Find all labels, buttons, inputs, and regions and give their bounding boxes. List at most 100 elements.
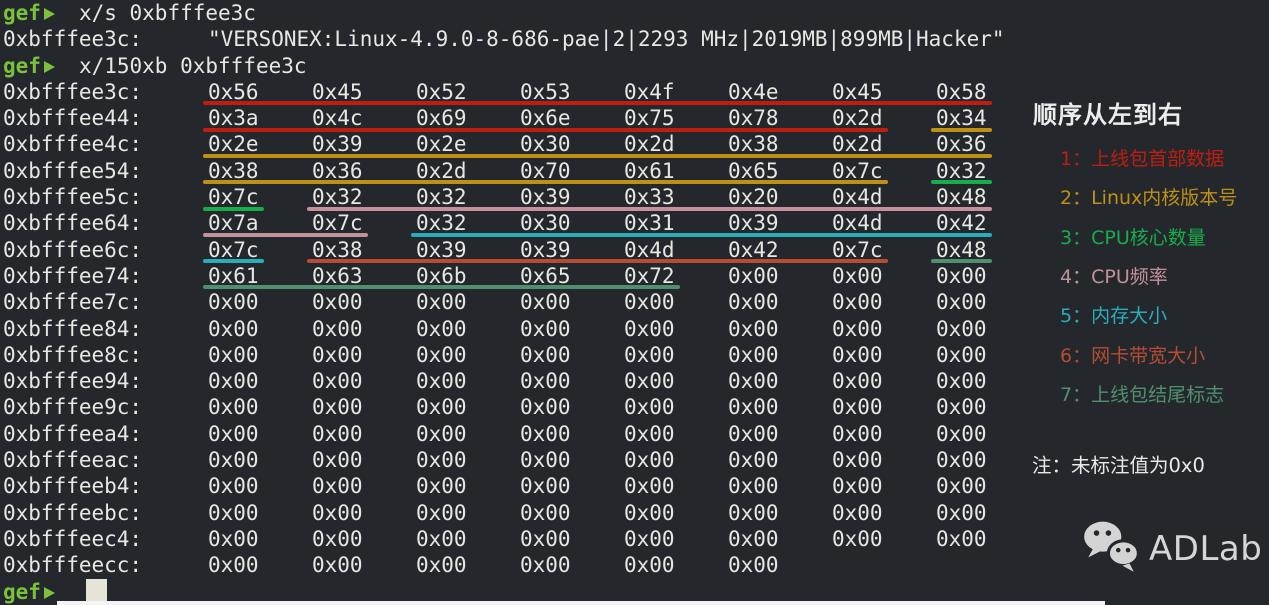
legend-item-4: 4：CPU频率 [1060,262,1168,289]
hex-byte: 0x00 [728,500,832,527]
command-line-xs: gef x/s 0xbfffee3c [3,0,1025,26]
hex-byte: 0x00 [520,526,624,553]
hex-dump-row: 0xbfffee6c:0x7c0x380x390x390x4d0x420x7c0… [3,237,1025,263]
hex-byte: 0x00 [832,342,936,369]
legend-item-label: 上线包结尾标志 [1091,384,1224,406]
hex-byte: 0x00 [520,316,624,343]
hex-byte: 0x00 [832,289,936,316]
hex-dump-row: 0xbfffeebc:0x000x000x000x000x000x000x000… [3,500,1025,526]
legend-item-label: Linux内核版本号 [1091,187,1237,209]
memory-address: 0xbfffee44: [3,105,208,132]
legend-item-number: 1： [1060,148,1091,170]
hex-byte: 0x00 [728,394,832,421]
hex-byte: 0x00 [312,552,416,579]
memory-address: 0xbfffeea4: [3,421,208,448]
memory-address: 0xbfffee74: [3,263,208,290]
hex-dump-row: 0xbfffeec4:0x000x000x000x000x000x000x000… [3,526,1025,552]
hex-byte: 0x00 [416,421,520,448]
annotation-legend: 顺序从左到右 1：上线包首部数据2：Linux内核版本号3：CPU核心数量4：C… [1022,0,1269,605]
hex-byte: 0x00 [416,368,520,395]
hex-byte: 0x00 [416,289,520,316]
hex-byte: 0x00 [624,526,728,553]
hex-byte: 0x00 [832,394,936,421]
hex-byte: 0x00 [624,500,728,527]
hex-byte: 0x00 [624,342,728,369]
memory-address: 0xbfffee3c: [3,26,208,53]
hex-byte: 0x00 [624,447,728,474]
memory-address: 0xbfffeeac: [3,447,208,474]
hex-byte: 0x00 [728,421,832,448]
terminal-screen[interactable]: gefx/s 0xbfffee3c0xbfffee3c:"VERSONEX:Li… [0,0,1025,605]
hex-dump-row: 0xbfffee54:0x380x360x2d0x700x610x650x7c0… [3,158,1025,184]
memory-address: 0xbfffee84: [3,316,208,343]
legend-item-3: 3：CPU核心数量 [1060,223,1206,250]
memory-address: 0xbfffee8c: [3,342,208,369]
gef-prompt: gef [3,0,55,27]
hex-dump-row: 0xbfffeeb4:0x000x000x000x000x000x000x000… [3,473,1025,499]
hex-byte: 0x00 [312,473,416,500]
hex-byte: 0x00 [416,447,520,474]
gef-prompt-label: gef [3,580,41,604]
hex-byte: 0x00 [416,473,520,500]
hex-dump-row: 0xbfffee4c:0x2e0x390x2e0x300x2d0x380x2d0… [3,131,1025,157]
gef-prompt: gef [3,579,55,605]
hex-byte: 0x00 [208,421,312,448]
hex-byte: 0x00 [208,526,312,553]
hex-byte: 0x00 [832,421,936,448]
prompt-arrow-icon [44,8,55,20]
hex-byte: 0x00 [312,342,416,369]
hex-byte: 0x00 [312,421,416,448]
hex-byte: 0x00 [208,342,312,369]
memory-address: 0xbfffee6c: [3,237,208,264]
hex-dump-row: 0xbfffeeac:0x000x000x000x000x000x000x000… [3,447,1025,473]
legend-item-label: CPU频率 [1091,266,1168,288]
gef-prompt-label: gef [3,1,41,25]
hex-byte: 0x00 [520,342,624,369]
legend-item-label: 网卡带宽大小 [1091,345,1205,367]
legend-item-number: 6： [1060,345,1091,367]
hex-byte: 0x00 [728,263,832,290]
terminal-cursor[interactable] [86,579,107,602]
legend-item-5: 5：内存大小 [1060,301,1167,328]
hex-byte: 0x00 [728,526,832,553]
command-text: x/s 0xbfffee3c [79,1,256,25]
hex-byte: 0x00 [832,316,936,343]
hex-byte: 0x00 [520,552,624,579]
hex-byte: 0x00 [312,500,416,527]
bottom-edge-bar [57,601,1105,605]
legend-item-number: 4： [1060,266,1091,288]
hex-dump-row: 0xbfffee64:0x7a0x7c0x320x300x310x390x4d0… [3,210,1025,236]
prompt-arrow-icon [44,61,55,73]
hex-byte: 0x00 [624,421,728,448]
memory-address: 0xbfffeecc: [3,552,208,579]
hex-byte: 0x00 [728,473,832,500]
hex-byte: 0x00 [832,368,936,395]
hex-dump-row: 0xbfffee44:0x3a0x4c0x690x6e0x750x780x2d0… [3,105,1025,131]
hex-byte: 0x00 [208,552,312,579]
string-value: "VERSONEX:Linux-4.9.0-8-686-pae|2|2293 M… [208,27,1005,51]
hex-byte: 0x00 [832,500,936,527]
hex-byte: 0x00 [624,368,728,395]
hex-byte: 0x00 [832,526,936,553]
memory-address: 0xbfffee3c: [3,79,208,106]
hex-byte: 0x00 [520,500,624,527]
hex-byte: 0x00 [520,394,624,421]
gdb-gef-screenshot: gefx/s 0xbfffee3c0xbfffee3c:"VERSONEX:Li… [0,0,1269,605]
legend-note: 注：未标注值为0x0 [1032,449,1205,478]
adlab-watermark: ADLab [1080,520,1262,578]
memory-address: 0xbfffee54: [3,158,208,185]
command-text: x/150xb 0xbfffee3c [79,54,307,78]
legend-item-label: 上线包首部数据 [1091,148,1224,170]
hex-byte: 0x00 [416,552,520,579]
hex-byte: 0x00 [416,526,520,553]
hex-byte: 0x00 [416,500,520,527]
memory-address: 0xbfffee94: [3,368,208,395]
legend-item-label: 内存大小 [1091,305,1167,327]
legend-item-label: CPU核心数量 [1091,227,1206,249]
hex-byte: 0x00 [624,394,728,421]
legend-item-1: 1：上线包首部数据 [1060,144,1224,171]
hex-dump-row: 0xbfffee3c:0x560x450x520x530x4f0x4e0x450… [3,79,1025,105]
prompt-arrow-icon [44,587,55,599]
hex-dump-row: 0xbfffee84:0x000x000x000x000x000x000x000… [3,316,1025,342]
hex-byte: 0x00 [624,316,728,343]
